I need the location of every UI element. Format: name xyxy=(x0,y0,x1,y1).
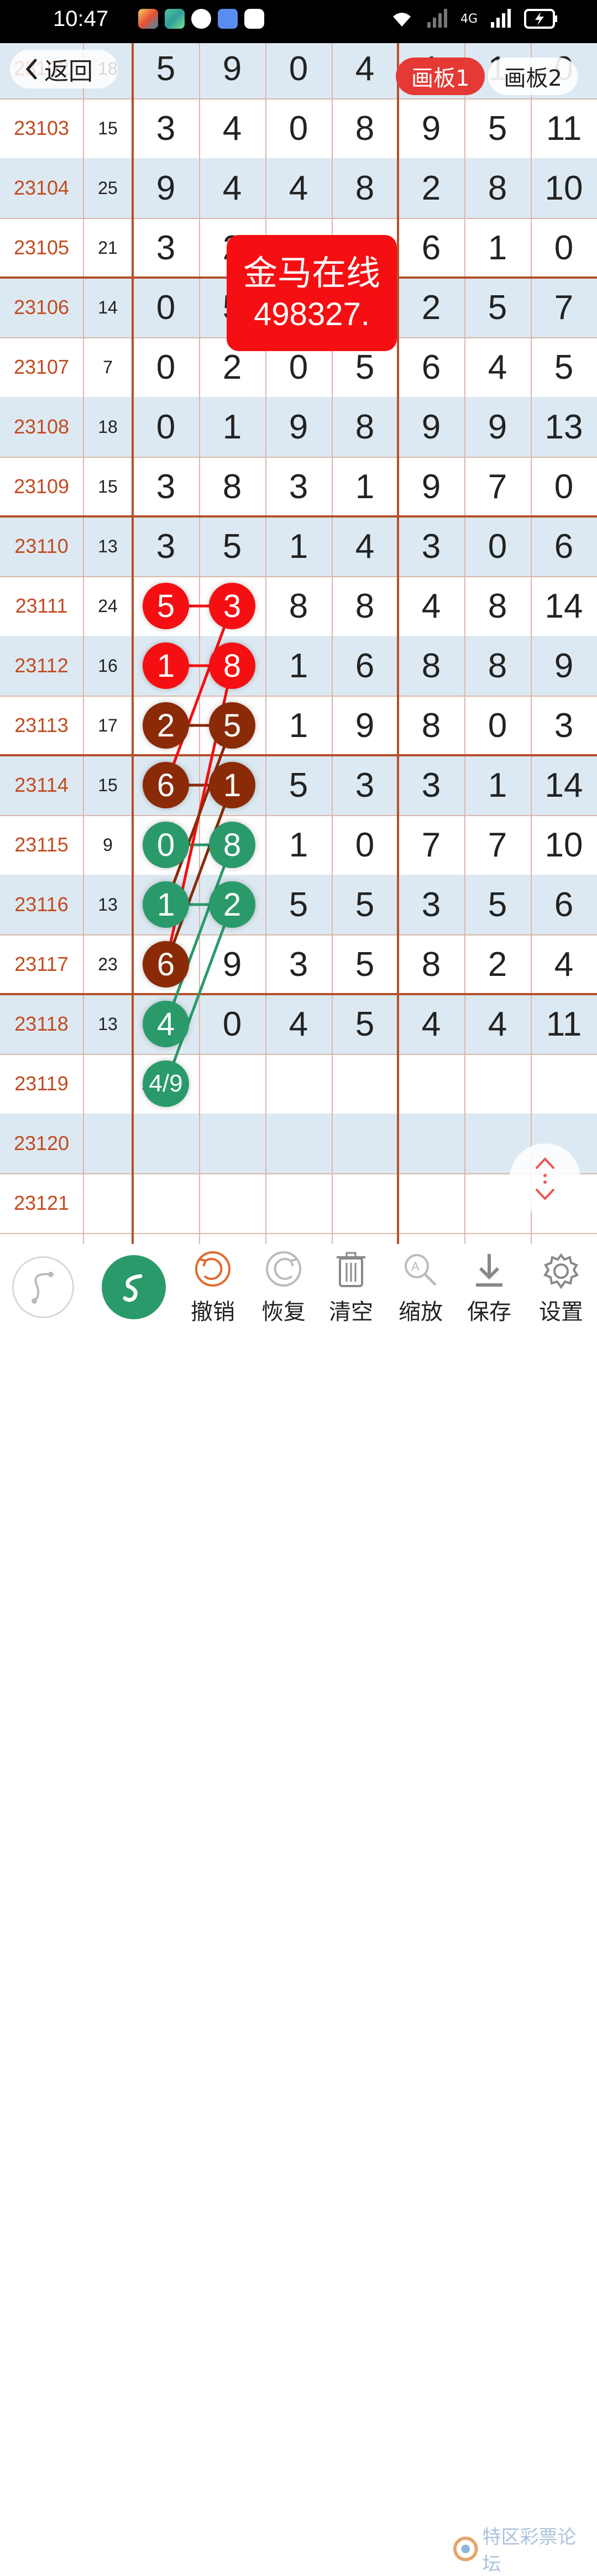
redo-label: 恢复 xyxy=(261,1299,306,1325)
signal-icon xyxy=(427,9,447,28)
draw-mode-button[interactable] xyxy=(102,1255,166,1319)
zoom-icon: A xyxy=(405,1254,437,1286)
status-bar: 10:47 4G xyxy=(0,0,597,43)
marked-ball[interactable]: 0 xyxy=(143,822,189,868)
settings-label: 设置 xyxy=(539,1299,583,1325)
save-icon xyxy=(476,1254,502,1287)
marked-ball[interactable]: 8 xyxy=(209,822,255,868)
marked-ball[interactable]: 1 xyxy=(209,762,255,808)
save-label: 保存 xyxy=(467,1299,511,1325)
clear-label: 清空 xyxy=(329,1299,373,1325)
marked-ball[interactable]: 1 xyxy=(143,642,189,689)
zoom-button[interactable]: A 缩放 xyxy=(390,1244,451,1327)
battery-icon xyxy=(524,9,557,29)
forum-watermark-text: 特区彩票论坛 xyxy=(482,2526,577,2575)
hand-icon xyxy=(244,9,264,29)
app-notification-icon xyxy=(138,9,158,29)
stamp-line-1: 金马在线 xyxy=(243,253,380,293)
marked-ball[interactable]: 5 xyxy=(209,702,255,749)
system-icons: 4G xyxy=(390,8,558,30)
forum-logo-icon xyxy=(453,2536,478,2562)
bottom-toolbar: 撤销 恢复 清空 A 缩放 保存 设置 特区彩票论坛 xyxy=(0,1244,597,2575)
pen-mode-button[interactable] xyxy=(12,1256,74,1318)
marked-ball[interactable]: 3 xyxy=(209,583,255,629)
back-button[interactable]: 返回 xyxy=(10,50,118,88)
marked-ball[interactable]: 2 xyxy=(209,881,255,928)
connector-line xyxy=(164,605,234,786)
marked-ball[interactable]: 6 xyxy=(143,941,189,987)
curve-draw-icon xyxy=(123,1274,143,1302)
status-time: 10:47 xyxy=(53,7,109,31)
undo-label: 撤销 xyxy=(191,1299,235,1325)
gear-icon xyxy=(543,1253,579,1289)
forum-watermark: 特区彩票论坛 xyxy=(453,2526,591,2575)
notification-icons xyxy=(138,9,264,29)
svg-text:A: A xyxy=(411,1260,420,1273)
vertical-arrows-icon xyxy=(536,1157,554,1200)
marked-ball[interactable]: 2 xyxy=(143,702,189,749)
undo-button[interactable]: 撤销 xyxy=(182,1244,243,1327)
message-icon xyxy=(191,9,211,29)
stamp-line-2: 498327. xyxy=(254,296,370,332)
curve-pen-icon xyxy=(32,1272,54,1304)
redo-button[interactable]: 恢复 xyxy=(253,1244,314,1327)
pattern-overlay xyxy=(164,604,234,1084)
network-type: 4G xyxy=(460,12,478,26)
redo-icon xyxy=(266,1251,301,1287)
tab-board-2[interactable]: 画板2 xyxy=(488,58,578,95)
tab-board-1[interactable]: 画板1 xyxy=(396,58,485,95)
marked-ball[interactable]: 8 xyxy=(209,642,255,689)
settings-button[interactable]: 设置 xyxy=(531,1244,591,1327)
signal-icon xyxy=(491,9,511,28)
marked-ball[interactable]: 5 xyxy=(143,583,189,629)
scroll-toggle-button[interactable] xyxy=(510,1143,580,1214)
save-button[interactable]: 保存 xyxy=(459,1244,520,1327)
app-notification-icon xyxy=(165,9,185,29)
board-tabs: 画板1 画板2 xyxy=(396,58,578,95)
marked-ball[interactable]: 1 xyxy=(143,881,189,928)
music-icon xyxy=(218,9,238,29)
marked-ball[interactable]: 4 xyxy=(143,1001,189,1047)
marked-ball[interactable]: 6 xyxy=(143,762,189,808)
zoom-label: 缩放 xyxy=(399,1299,443,1325)
undo-icon xyxy=(195,1251,231,1287)
chevron-left-icon xyxy=(25,59,37,80)
watermark-stamp: 金马在线 498327. xyxy=(227,235,397,351)
wifi-icon xyxy=(392,13,411,27)
trash-icon xyxy=(337,1252,365,1287)
marked-ball[interactable]: 4/9 xyxy=(143,1060,189,1107)
clear-button[interactable]: 清空 xyxy=(321,1244,381,1327)
back-label: 返回 xyxy=(44,58,93,86)
